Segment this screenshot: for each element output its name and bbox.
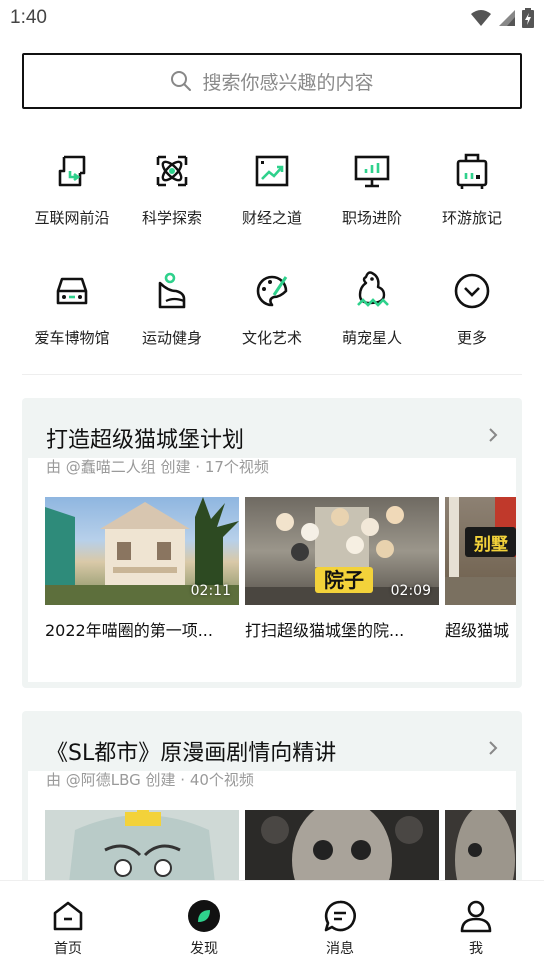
video-title: 打扫超级猫城堡的院... [245, 621, 405, 640]
category-label: 爱车博物馆 [34, 329, 110, 347]
profile-icon [460, 900, 492, 933]
nav-profile[interactable]: 我 [408, 881, 544, 968]
video-thumbnail: 别墅 [445, 497, 516, 605]
video-thumbnail: 02:11 [45, 497, 239, 605]
category-pet[interactable]: 萌宠星人 [322, 265, 422, 385]
category-label: 文化艺术 [241, 329, 302, 347]
collection-title: 《SL都市》原漫画剧情向精讲 [46, 741, 337, 766]
video-list: 02:11 2022年喵圈的第一项... 院子 02:09 打扫超级猫城堡的院.… [45, 497, 516, 657]
message-icon [324, 900, 356, 932]
category-label: 互联网前沿 [34, 209, 110, 227]
status-icons [470, 8, 534, 28]
collection-subtitle: 由 @蠢喵二人组 创建 · 17个视频 [46, 458, 269, 476]
thumbnail-overlay-text: 院子 [324, 568, 364, 592]
more-icon [454, 273, 490, 309]
category-fitness[interactable]: 运动健身 [122, 265, 222, 385]
video-thumbnail: 院子 02:09 [245, 497, 439, 605]
category-finance[interactable]: 财经之道 [222, 145, 322, 265]
status-bar: 1:40 [0, 0, 544, 36]
home-icon [53, 901, 83, 931]
chevron-right-icon[interactable] [486, 741, 500, 755]
chevron-right-icon[interactable] [486, 428, 500, 442]
category-label: 更多 [456, 329, 487, 347]
divider [22, 374, 522, 375]
internet-icon [58, 155, 86, 187]
nav-label: 我 [469, 941, 483, 957]
mansion-picture: 别墅 [445, 497, 516, 605]
search-input[interactable]: 搜索你感兴趣的内容 [22, 53, 522, 109]
bottom-nav: 首页 发现 消息 我 [0, 880, 544, 968]
search-placeholder: 搜索你感兴趣的内容 [202, 71, 374, 94]
collection-title: 打造超级猫城堡计划 [46, 428, 245, 453]
signal-icon [499, 10, 515, 26]
fitness-icon [158, 272, 186, 309]
video-item[interactable]: 02:11 2022年喵圈的第一项... [45, 497, 239, 641]
nav-message[interactable]: 消息 [272, 881, 408, 968]
category-label: 职场进阶 [341, 209, 402, 227]
discover-icon [188, 900, 220, 932]
science-icon [156, 155, 188, 187]
car-icon [56, 277, 88, 305]
category-travel[interactable]: 环游旅记 [422, 145, 522, 265]
search-icon [171, 71, 192, 91]
category-car[interactable]: 爱车博物馆 [22, 265, 122, 385]
video-item[interactable]: 院子 02:09 打扫超级猫城堡的院... [245, 497, 439, 641]
category-internet[interactable]: 互联网前沿 [22, 145, 122, 265]
thumbnail-overlay-text: 别墅 [473, 535, 508, 555]
category-label: 萌宠星人 [341, 329, 402, 347]
video-duration: 02:11 [190, 583, 231, 599]
category-label: 财经之道 [241, 209, 302, 227]
category-science[interactable]: 科学探索 [122, 145, 222, 265]
nav-label: 发现 [190, 941, 218, 957]
category-label: 环游旅记 [441, 209, 502, 227]
nav-discover[interactable]: 发现 [136, 881, 272, 968]
status-time: 1:40 [10, 7, 47, 28]
category-career[interactable]: 职场进阶 [322, 145, 422, 265]
category-art[interactable]: 文化艺术 [222, 265, 322, 385]
art-icon [256, 275, 288, 307]
video-duration: 02:09 [390, 583, 431, 599]
category-label: 运动健身 [141, 329, 202, 347]
collection-card[interactable]: 打造超级猫城堡计划 由 @蠢喵二人组 创建 · 17个视频 02:11 2022… [22, 398, 522, 688]
pet-icon [357, 271, 389, 307]
nav-label: 首页 [54, 941, 82, 957]
finance-icon [255, 155, 289, 187]
category-grid: 互联网前沿 科学探索 财经之道 职场进阶 环游旅记 爱车博物馆 运动健身 文化艺… [22, 145, 522, 385]
battery-icon [522, 8, 534, 28]
nav-home[interactable]: 首页 [0, 881, 136, 968]
wifi-icon [471, 10, 491, 26]
category-more[interactable]: 更多 [422, 265, 522, 385]
nav-label: 消息 [326, 941, 354, 957]
travel-icon [456, 153, 488, 189]
video-title: 2022年喵圈的第一项... [45, 621, 213, 640]
video-title: 超级猫城 [445, 621, 510, 640]
video-item[interactable]: 别墅 超级猫城 [445, 497, 516, 641]
collection-subtitle: 由 @阿德LBG 创建 · 40个视频 [46, 771, 254, 789]
category-label: 科学探索 [141, 209, 202, 227]
career-icon [354, 155, 390, 188]
